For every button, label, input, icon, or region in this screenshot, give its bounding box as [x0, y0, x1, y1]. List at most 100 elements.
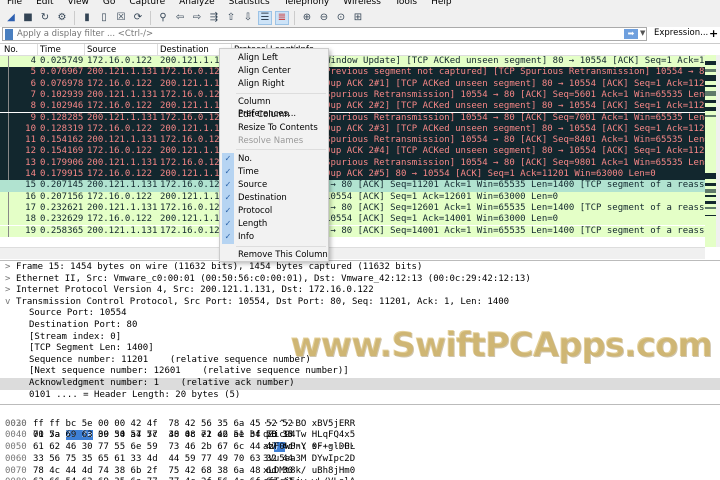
- hex-bytes[interactable]: 78 4c 44 4d 74 38 6b 2f 75 42 68 38 6a 4…: [33, 466, 293, 478]
- zoom-out-icon[interactable]: ⊖: [317, 11, 331, 25]
- packet-row[interactable]: 180.232629172.16.0.122200.121.1.131TCP54…: [0, 214, 705, 226]
- column-header-time[interactable]: Time: [40, 45, 61, 55]
- packet-list-horizontal-scrollbar[interactable]: [0, 247, 705, 259]
- shark-fin-start-icon[interactable]: ◢: [4, 11, 18, 25]
- column-header-destination[interactable]: Destination: [160, 45, 209, 55]
- menu-tools[interactable]: Tools: [388, 0, 424, 8]
- menu-item-toggle-destination[interactable]: Destination: [238, 192, 287, 204]
- detail-row[interactable]: > Frame 15: 1454 bytes on wire (11632 bit…: [0, 262, 720, 274]
- menu-item-column-preferences[interactable]: Column Preferences...: [238, 96, 328, 119]
- packet-row[interactable]: 160.207156172.16.0.122200.121.1.131TCP54…: [0, 191, 705, 203]
- packet-row[interactable]: 40.025749172.16.0.122200.121.1.131TCP54[…: [0, 56, 720, 68]
- menu-item-toggle-info[interactable]: Info: [238, 231, 254, 243]
- hex-bytes[interactable]: 33 56 75 35 65 61 33 4d 44 59 77 49 70 6…: [33, 454, 293, 466]
- packet-row[interactable]: 140.179915172.16.0.122200.121.1.131TCP54…: [0, 169, 705, 181]
- packet-row[interactable]: 100.128319172.16.0.122200.121.1.131TCP54…: [0, 123, 715, 136]
- back-arrow-icon[interactable]: ⇦: [173, 11, 187, 25]
- restart-icon[interactable]: ↻: [38, 11, 52, 25]
- menu-item-edit-column[interactable]: Edit Column: [238, 109, 290, 121]
- collapsed-chevron-icon[interactable]: >: [5, 262, 10, 274]
- find-icon[interactable]: ⚲: [156, 11, 170, 25]
- menu-analyze[interactable]: Analyze: [172, 0, 221, 8]
- detail-row[interactable]: [Next sequence number: 12601 (relative s…: [0, 366, 720, 378]
- packet-row[interactable]: 170.232621200.121.1.131172.16.0.122TCP14…: [0, 202, 720, 215]
- hex-bytes[interactable]: 71 5a 69 63 39 34 54 77 48 4c 71 46 51 3…: [33, 430, 293, 442]
- go-to-packet-icon[interactable]: ⇶: [207, 11, 221, 25]
- column-header-no[interactable]: No.: [4, 45, 18, 55]
- hex-ascii[interactable]: xLDMt8k/ uBh8jHm0: [263, 466, 355, 478]
- detail-row[interactable]: Sequence number: 11201 (relative sequenc…: [0, 355, 720, 367]
- hex-bytes[interactable]: 61 62 46 30 77 55 6e 59 73 46 2b 67 6c 4…: [33, 442, 293, 454]
- packet-list-scrollbar[interactable]: [705, 55, 720, 247]
- detail-row[interactable]: [TCP Segment Len: 1400]: [0, 343, 720, 355]
- expression-button[interactable]: Expression...: [654, 28, 708, 38]
- packet-row[interactable]: 80.102946172.16.0.122200.121.1.131TCP54[…: [0, 101, 715, 113]
- column-divider[interactable]: [37, 44, 38, 56]
- options-gear-icon[interactable]: ⚙: [55, 11, 69, 25]
- hex-ascii[interactable]: abF0wUnY sF+glDGL: [263, 442, 355, 454]
- detail-row[interactable]: v Transmission Control Protocol, Src Port…: [0, 297, 720, 309]
- packet-row[interactable]: 50.076967200.121.1.131172.16.0.122TCP145…: [0, 67, 720, 79]
- menu-item-align-left[interactable]: Align Left: [238, 52, 278, 64]
- packet-row[interactable]: 110.154162200.121.1.131172.16.0.122TCP14…: [0, 135, 720, 147]
- packet-row[interactable]: 130.179906200.121.1.131172.16.0.122TCP14…: [0, 157, 720, 169]
- first-packet-icon[interactable]: ⇧: [224, 11, 238, 25]
- packet-row[interactable]: 90.128285200.121.1.131172.16.0.122TCP145…: [0, 112, 720, 124]
- packet-row[interactable]: 190.258365200.121.1.131172.16.0.122TCP14…: [0, 225, 720, 237]
- menu-item-resize-to-contents[interactable]: Resize To Contents: [238, 122, 318, 134]
- menu-item-remove-this-column[interactable]: Remove This Column: [238, 249, 328, 261]
- resize-columns-icon[interactable]: ⊞: [351, 11, 365, 25]
- autoscroll-icon[interactable]: ☰: [258, 10, 272, 25]
- menu-wireless[interactable]: Wireless: [336, 0, 388, 8]
- forward-arrow-icon[interactable]: ⇨: [190, 11, 204, 25]
- hex-bytes[interactable]: ff ff bc 5e 00 00 42 4f 78 42 56 35 6a 4…: [33, 419, 293, 431]
- zoom-in-icon[interactable]: ⊕: [300, 11, 314, 25]
- intelligent-scrollbar-minimap[interactable]: [705, 55, 716, 247]
- menu-go[interactable]: Go: [96, 0, 122, 8]
- menu-capture[interactable]: Capture: [122, 0, 172, 8]
- close-file-icon[interactable]: ☒: [114, 11, 128, 25]
- apply-filter-arrow-icon[interactable]: ➡: [624, 29, 638, 39]
- display-filter-input[interactable]: [17, 29, 646, 39]
- menu-item-toggle-time[interactable]: Time: [238, 166, 259, 178]
- packet-row[interactable]: 120.154169172.16.0.122200.121.1.131TCP54…: [0, 146, 715, 158]
- hex-ascii[interactable]: ···^··BO xBV5jERR: [263, 419, 355, 431]
- packet-row[interactable]: 150.207145200.121.1.131172.16.0.122TCP14…: [0, 180, 720, 192]
- packet-row[interactable]: 70.102939200.121.1.131172.16.0.122TCP145…: [0, 89, 720, 102]
- menu-item-toggle-source[interactable]: Source: [238, 179, 267, 191]
- column-divider[interactable]: [157, 44, 158, 56]
- menu-item-toggle-no[interactable]: No.: [238, 153, 252, 165]
- detail-row[interactable]: Source Port: 10554: [0, 308, 720, 320]
- hex-ascii[interactable]: 3Vu5ea3M DYwIpc2D: [263, 454, 355, 466]
- menu-telephony[interactable]: Telephony: [277, 0, 337, 8]
- menu-view[interactable]: View: [61, 0, 96, 8]
- filter-history-dropdown-icon[interactable]: ▼: [640, 29, 645, 37]
- detail-row[interactable]: 0101 .... = Header Length: 20 bytes (5): [0, 390, 720, 402]
- menu-item-toggle-protocol[interactable]: Protocol: [238, 205, 272, 217]
- menu-help[interactable]: Help: [424, 0, 459, 8]
- zoom-normal-icon[interactable]: ⊙: [334, 11, 348, 25]
- packet-row[interactable]: 60.076978172.16.0.122200.121.1.131TCP54[…: [0, 78, 715, 90]
- menu-statistics[interactable]: Statistics: [222, 0, 277, 8]
- last-packet-icon[interactable]: ⇩: [241, 11, 255, 25]
- collapsed-chevron-icon[interactable]: >: [5, 285, 10, 297]
- bookmark-icon[interactable]: [5, 28, 13, 40]
- column-divider[interactable]: [84, 44, 85, 56]
- expanded-chevron-icon[interactable]: v: [5, 297, 10, 309]
- detail-row[interactable]: [Stream index: 0]: [0, 332, 720, 344]
- menu-edit[interactable]: Edit: [29, 0, 60, 8]
- detail-row[interactable]: > Ethernet II, Src: Vmware_c0:00:01 (00:5…: [0, 274, 720, 286]
- detail-row[interactable]: Destination Port: 80: [0, 320, 720, 332]
- menu-item-toggle-length[interactable]: Length: [238, 218, 267, 230]
- stop-icon[interactable]: ■: [21, 11, 35, 25]
- hex-ascii[interactable]: qZic94Tw HLqFQ4x5: [263, 430, 355, 442]
- menu-item-align-center[interactable]: Align Center: [238, 65, 291, 77]
- colorize-icon[interactable]: ≣: [275, 10, 289, 25]
- add-filter-button[interactable]: +: [709, 27, 718, 40]
- open-folder-icon[interactable]: ▮: [80, 11, 94, 25]
- menu-item-align-right[interactable]: Align Right: [238, 78, 284, 90]
- detail-row[interactable]: Acknowledgment number: 1 (relative ack n…: [0, 378, 720, 390]
- collapsed-chevron-icon[interactable]: >: [5, 274, 10, 286]
- file-icon[interactable]: ▯: [97, 11, 111, 25]
- reload-icon[interactable]: ⟳: [131, 11, 145, 25]
